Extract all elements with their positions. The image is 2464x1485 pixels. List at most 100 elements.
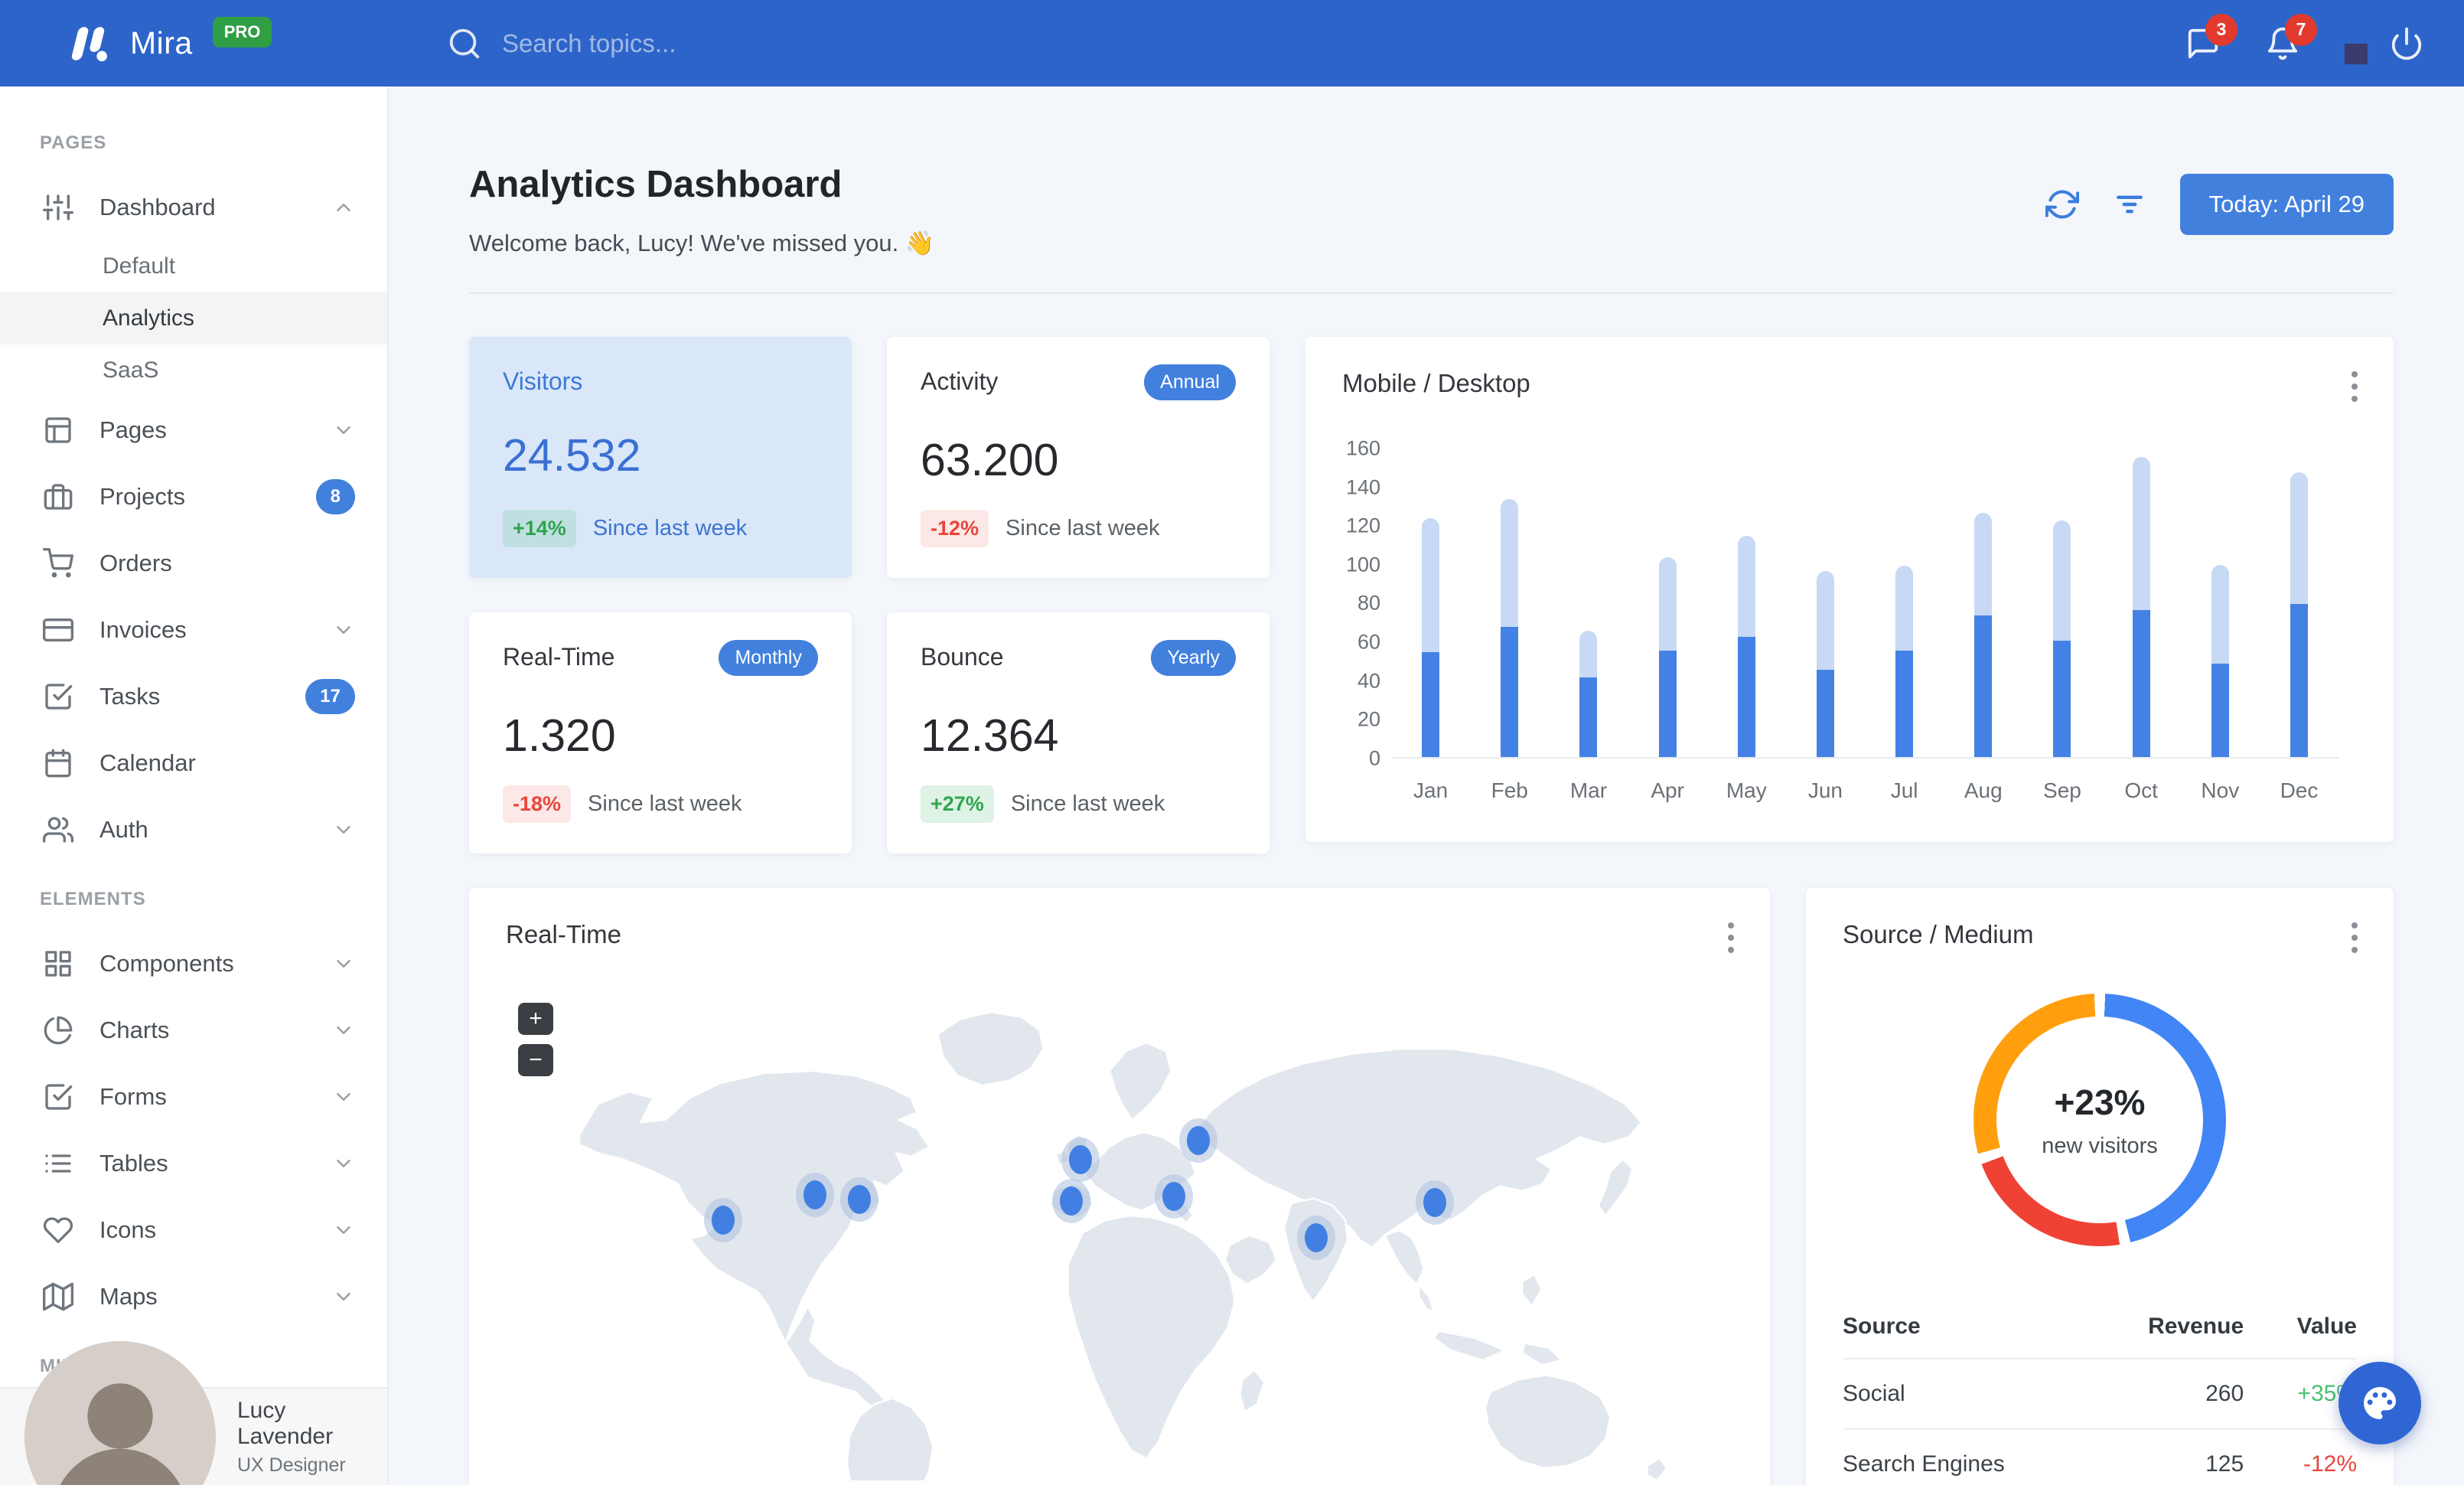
sidebar-item-maps[interactable]: Maps [0, 1263, 387, 1330]
messages-button[interactable]: 3 [2185, 13, 2237, 61]
sidebar-item-label: Icons [99, 1216, 157, 1243]
map-marker-6[interactable] [1162, 1182, 1185, 1212]
filter-icon [2116, 195, 2143, 214]
stat-value: 12.364 [921, 710, 1059, 761]
cell-revenue: 125 [2079, 1429, 2244, 1485]
chevron-down-icon [337, 426, 350, 434]
sidebar-item-label: Maps [99, 1282, 158, 1310]
y-axis-tick: 60 [1357, 630, 1380, 654]
donut-percentage: +23% [2054, 1082, 2146, 1122]
map-marker-4[interactable] [1068, 1144, 1092, 1174]
check-square-icon [45, 1083, 73, 1110]
map-marker-5[interactable] [1060, 1186, 1084, 1216]
sidebar-item-label: Forms [99, 1082, 167, 1110]
stat-cards: Visitors 24.532 +14% Since last week Act… [469, 337, 1269, 853]
sidebar-item-invoices[interactable]: Invoices [0, 596, 387, 663]
chevron-up-icon [337, 203, 350, 211]
column-header-source: Source [1843, 1295, 2080, 1359]
sidebar-item-calendar[interactable]: Calendar [0, 729, 387, 796]
bar-jun [1786, 447, 1865, 757]
sidebar-item-charts[interactable]: Charts [0, 997, 387, 1063]
theme-settings-fab[interactable] [2339, 1362, 2421, 1444]
bar-segment-mobile [2211, 664, 2229, 757]
sidebar-item-orders[interactable]: Orders [0, 530, 387, 596]
sidebar-subitem-analytics[interactable]: Analytics [0, 292, 387, 344]
stat-title: Activity [921, 367, 999, 395]
sidebar-user[interactable]: Lucy Lavender UX Designer [0, 1341, 387, 1485]
sidebar-item-label: Dashboard [99, 193, 216, 220]
source-medium-table: Source Revenue Value Social 260 +35% Sear… [1843, 1295, 2357, 1485]
stat-caption: Since last week [592, 516, 748, 540]
bar-apr [1628, 447, 1707, 757]
avatar [24, 1341, 216, 1485]
sidebar-item-auth[interactable]: Auth [0, 796, 387, 863]
stat-delta-chip: -18% [503, 785, 572, 823]
bar-segment-desktop [1737, 536, 1755, 637]
map-marker-1[interactable] [711, 1206, 735, 1235]
world-map: + − [506, 975, 1733, 1480]
sidebar-item-icons[interactable]: Icons [0, 1196, 387, 1263]
sidebar-section-label: PAGES [40, 132, 107, 153]
heart-icon [43, 1216, 73, 1243]
sidebar-item-pages[interactable]: Pages [0, 397, 387, 463]
realtime-map-card: Real-Time + − [469, 888, 1770, 1485]
date-range-button[interactable]: Today: April 29 [2179, 174, 2394, 235]
bar-segment-desktop [1658, 557, 1677, 651]
stat-caption: Since last week [1005, 516, 1160, 540]
map-marker-2[interactable] [803, 1180, 827, 1210]
bar-segment-mobile [1579, 677, 1598, 757]
stat-card-visitors: Visitors 24.532 +14% Since last week [469, 337, 852, 578]
map-zoom-in-button[interactable]: + [518, 1003, 553, 1035]
column-header-value: Value [2244, 1295, 2357, 1359]
pro-badge: PRO [212, 16, 272, 47]
refresh-button[interactable] [2045, 188, 2079, 221]
notifications-button[interactable]: 7 [2265, 13, 2317, 61]
filter-button[interactable] [2113, 188, 2146, 221]
chevron-down-icon [337, 1159, 350, 1167]
donut-center-label: +23% new visitors [1973, 994, 2226, 1246]
map-marker-8[interactable] [1304, 1223, 1328, 1253]
stat-period-badge: Monthly [719, 640, 818, 676]
sidebar-item-tasks[interactable]: Tasks 17 [0, 663, 387, 729]
card-menu-button[interactable] [1726, 922, 1736, 954]
map-marker-9[interactable] [1423, 1188, 1447, 1217]
card-menu-button[interactable] [2349, 922, 2360, 954]
search-input[interactable] [502, 28, 931, 58]
refresh-icon [2045, 190, 2079, 219]
sidebar-item-dashboard[interactable]: Dashboard [0, 174, 387, 240]
sidebar: PAGES Dashboard Default Analytics SaaS Pages P… [0, 86, 389, 1485]
bar-segment-desktop [1579, 631, 1598, 677]
cell-revenue: 260 [2079, 1359, 2244, 1430]
sidebar-item-label: Charts [99, 1016, 170, 1043]
x-axis-label: Jul [1890, 778, 1918, 802]
table-row-search-engines: Search Engines 125 -12% [1843, 1429, 2357, 1485]
bar-segment-desktop [2053, 521, 2071, 641]
bar-segment-mobile [1974, 615, 1993, 757]
bar-plot [1391, 447, 2339, 759]
chevron-down-icon [337, 1026, 350, 1034]
kebab-icon [2352, 371, 2358, 402]
card-menu-button[interactable] [2349, 370, 2360, 403]
search-box[interactable] [447, 26, 931, 61]
kebab-icon [2352, 922, 2358, 953]
users-icon [43, 816, 73, 843]
cell-value: -12% [2244, 1429, 2357, 1485]
sidebar-item-components[interactable]: Components [0, 930, 387, 997]
sidebar-item-forms[interactable]: Forms [0, 1063, 387, 1130]
map-zoom-out-button[interactable]: − [518, 1044, 553, 1076]
map-marker-3[interactable] [847, 1185, 871, 1215]
sidebar-nav: PAGES Dashboard Default Analytics SaaS Pages P… [0, 86, 387, 1387]
stat-card-activity: Activity Annual 63.200 -12% Since last w… [887, 337, 1269, 578]
map-marker-7[interactable] [1186, 1125, 1210, 1155]
cell-source: Search Engines [1843, 1429, 2080, 1485]
logout-button[interactable] [2389, 26, 2424, 61]
brand[interactable]: Mira PRO [0, 16, 389, 66]
sidebar-subitem-saas[interactable]: SaaS [0, 344, 387, 397]
stat-title: Bounce [921, 643, 1004, 671]
sidebar-item-tables[interactable]: Tables [0, 1130, 387, 1196]
sidebar-subitem-default[interactable]: Default [0, 240, 387, 292]
sidebar-item-projects[interactable]: Projects 8 [0, 463, 387, 530]
cell-source: Social [1843, 1359, 2080, 1430]
stat-value: 63.200 [921, 435, 1059, 485]
x-axis-label: Apr [1651, 778, 1684, 802]
